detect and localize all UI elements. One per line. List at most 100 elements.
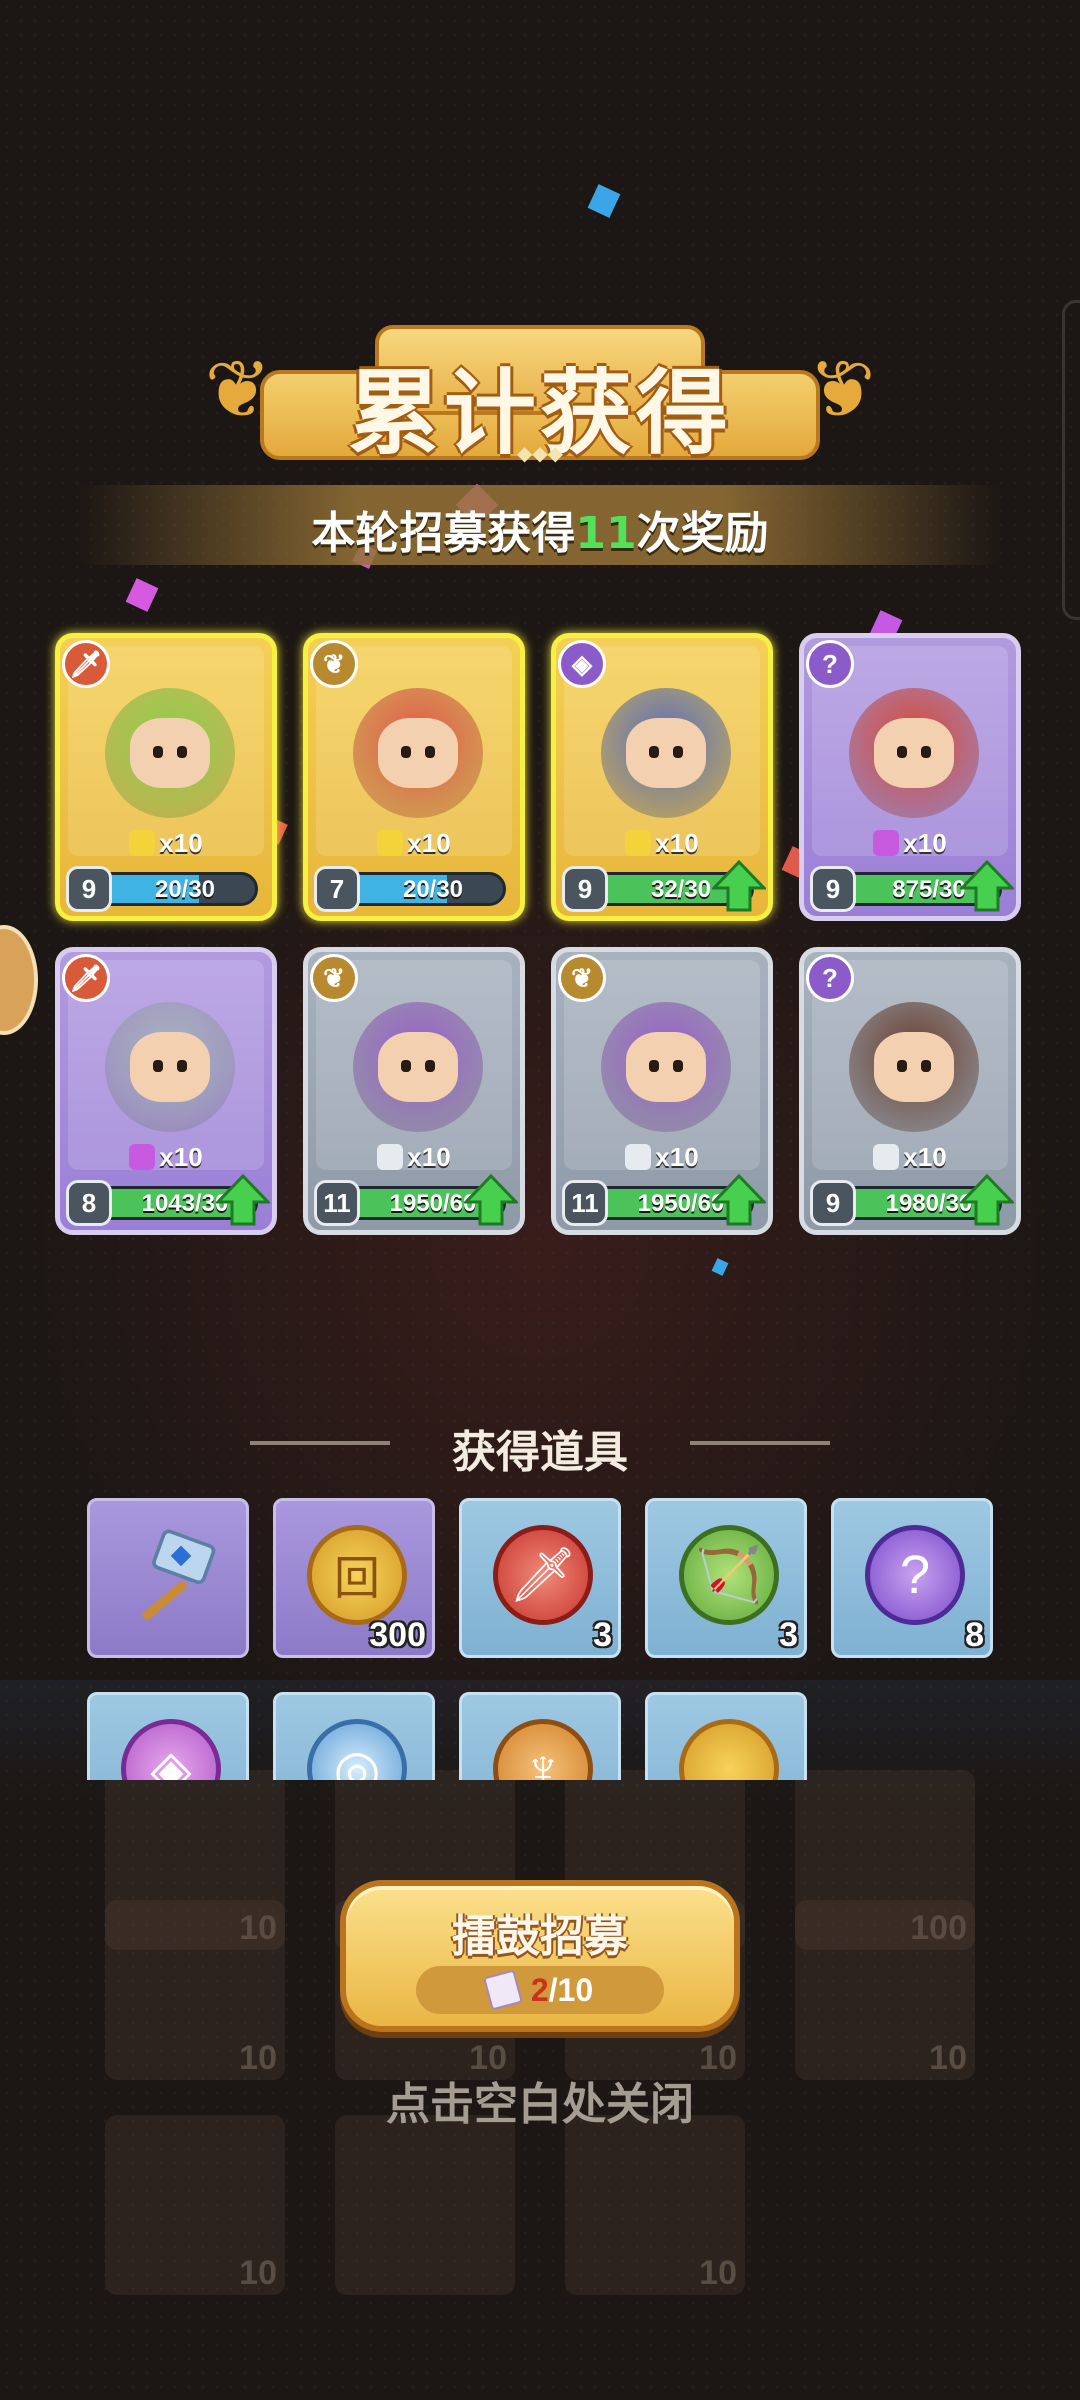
hero-eye <box>401 1060 411 1072</box>
reward-summary: 本轮招募获得11次奖励 <box>80 497 1000 561</box>
item-slot-eye-emblem[interactable]: ◈ <box>87 1692 249 1780</box>
hero-portrait <box>105 688 235 818</box>
hero-eye <box>177 1060 187 1072</box>
diamond-ornament-icon: ◆◆◆ <box>516 443 564 465</box>
fragment-count: x10 <box>804 828 1016 859</box>
fragment-count: x10 <box>60 828 272 859</box>
subtitle-bar: 本轮招募获得11次奖励 <box>80 485 1000 565</box>
fragment-count: x10 <box>308 1142 520 1173</box>
upgrade-arrow-icon <box>710 1173 768 1226</box>
hero-face <box>874 718 954 788</box>
hammer-icon <box>121 1525 221 1625</box>
hero-card[interactable]: ? x10 875/30 9 <box>799 633 1021 921</box>
item-slot-swirl-orb[interactable]: ◎ <box>273 1692 435 1780</box>
item-slot-gold-coin-2[interactable] <box>645 1692 807 1780</box>
items-divider: 获得道具 <box>230 1408 850 1478</box>
recruit-cost: 2/10 <box>416 1966 664 2014</box>
hero-card[interactable]: ◈ x10 32/30 9 <box>551 633 773 921</box>
fragment-amount: x10 <box>903 1142 947 1172</box>
hero-eye <box>153 746 163 758</box>
fragment-amount: x10 <box>655 1142 699 1172</box>
recruit-button[interactable]: 擂鼓招募 2/10 <box>340 1880 740 2032</box>
hero-eye <box>153 1060 163 1072</box>
hero-level: 8 <box>66 1180 112 1226</box>
hero-card[interactable]: ❦ x10 1950/60 11 <box>551 947 773 1235</box>
hero-card[interactable]: ? x10 1980/30 9 <box>799 947 1021 1235</box>
fragment-amount: x10 <box>159 1142 203 1172</box>
gold-coin-icon: 回 <box>307 1525 407 1625</box>
item-slot-bow-emblem[interactable]: 🏹 3 <box>645 1498 807 1658</box>
upgrade-arrow-icon <box>462 1173 520 1226</box>
hero-eye <box>425 746 435 758</box>
class-hook-icon: ? <box>806 640 854 688</box>
item-slot-hook-emblem[interactable]: ? 8 <box>831 1498 993 1658</box>
subtitle-suffix: 次奖励 <box>636 508 769 559</box>
item-count: 3 <box>779 1616 798 1654</box>
puzzle-fragment-icon <box>625 830 652 856</box>
hero-card[interactable]: ❦ x10 1950/60 11 <box>303 947 525 1235</box>
hero-portrait <box>849 1002 979 1132</box>
hero-eye <box>649 746 659 758</box>
fragment-amount: x10 <box>159 828 203 858</box>
fragment-amount: x10 <box>903 828 947 858</box>
puzzle-fragment-icon <box>377 830 404 856</box>
hero-face <box>378 1032 458 1102</box>
bow-emblem-icon: 🏹 <box>679 1525 779 1625</box>
item-slot-wings-emblem[interactable]: ♆ <box>459 1692 621 1780</box>
fragment-amount: x10 <box>407 828 451 858</box>
hero-card[interactable]: ❦ x10 20/30 7 <box>303 633 525 921</box>
fragment-amount: x10 <box>655 828 699 858</box>
hero-level: 7 <box>314 866 360 912</box>
close-hint: 点击空白处关闭 <box>386 2079 694 2130</box>
wings-emblem-icon: ♆ <box>493 1719 593 1780</box>
item-slot-hammer[interactable] <box>87 1498 249 1658</box>
hero-face <box>130 718 210 788</box>
eye-emblem-icon: ◈ <box>121 1719 221 1780</box>
hero-card[interactable]: 🗡 x10 20/30 9 <box>55 633 277 921</box>
hero-eye <box>649 1060 659 1072</box>
hero-portrait <box>601 1002 731 1132</box>
hero-portrait <box>353 1002 483 1132</box>
fragment-count: x10 <box>60 1142 272 1173</box>
fragment-count: x10 <box>804 1142 1016 1173</box>
class-sword-icon: 🗡 <box>62 954 110 1002</box>
hero-eye <box>921 1060 931 1072</box>
item-slot-sword-emblem[interactable]: 🗡 3 <box>459 1498 621 1658</box>
hero-eye <box>897 746 907 758</box>
class-hook-icon: ? <box>806 954 854 1002</box>
fragment-count: x10 <box>556 828 768 859</box>
recruit-ticket-icon <box>483 1969 523 2011</box>
hero-card[interactable]: 🗡 x10 1043/30 8 <box>55 947 277 1235</box>
reward-count: 11 <box>575 508 637 559</box>
title-banner: ❦ ❦ 累计获得 ◆◆◆ <box>204 325 876 467</box>
hook-emblem-icon: ? <box>865 1525 965 1625</box>
hero-level: 9 <box>810 866 856 912</box>
item-count: 8 <box>965 1616 984 1654</box>
recruit-total: /10 <box>548 1972 594 2008</box>
hero-face <box>626 718 706 788</box>
puzzle-fragment-icon <box>129 830 156 856</box>
fragment-amount: x10 <box>407 1142 451 1172</box>
puzzle-fragment-icon <box>625 1144 652 1170</box>
item-slot-gold-coin[interactable]: 回 300 <box>273 1498 435 1658</box>
hero-level: 9 <box>66 866 112 912</box>
class-wings-icon: ❦ <box>310 954 358 1002</box>
hero-level: 11 <box>562 1180 608 1226</box>
hero-eye <box>921 746 931 758</box>
hero-eye <box>425 1060 435 1072</box>
swirl-orb-icon: ◎ <box>307 1719 407 1780</box>
side-panel-edge <box>1062 300 1080 620</box>
hero-eye <box>673 1060 683 1072</box>
hero-level: 9 <box>562 866 608 912</box>
upgrade-arrow-icon <box>214 1173 272 1226</box>
hero-level: 11 <box>314 1180 360 1226</box>
items-scroll-area[interactable]: ◈ ◎ ♆ <box>0 1680 1080 1780</box>
hero-face <box>130 1032 210 1102</box>
item-count: 300 <box>369 1616 426 1654</box>
recruit-label: 擂鼓招募 <box>452 1911 628 1962</box>
upgrade-arrow-icon <box>958 859 1016 912</box>
hero-portrait <box>105 1002 235 1132</box>
subtitle-prefix: 本轮招募获得 <box>311 508 576 559</box>
hero-eye <box>673 746 683 758</box>
hero-portrait <box>601 688 731 818</box>
